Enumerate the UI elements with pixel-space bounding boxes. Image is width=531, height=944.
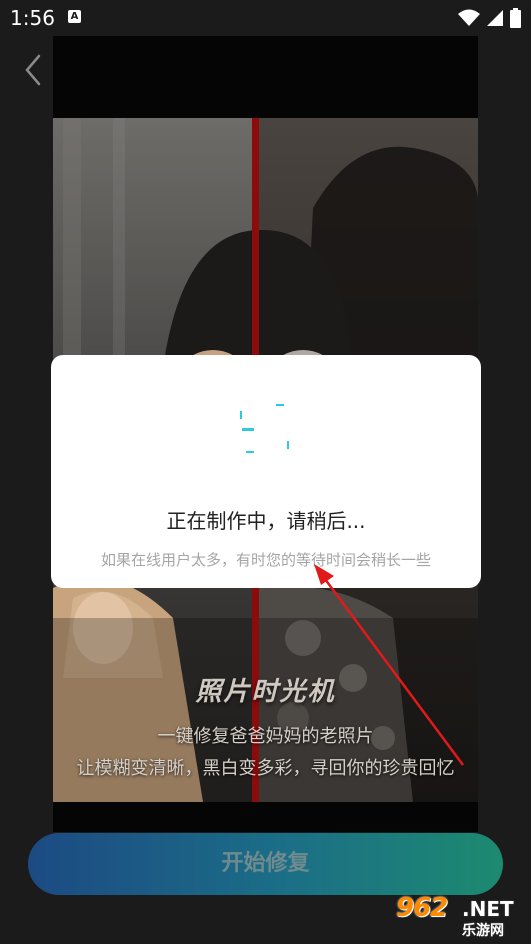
feature-line-2: 让模糊变清晰，黑白变多彩，寻回你的珍贵回忆 — [76, 758, 455, 779]
notification-icon: A — [68, 10, 81, 23]
watermark-logo: 962 .NET 乐游网 — [392, 893, 527, 941]
preview-top-band — [53, 36, 478, 118]
loading-dialog: 正在制作中，请稍后... 如果在线用户太多，有时您的等待时间会稍长一些 — [51, 355, 481, 588]
feature-line-1: 一键修复爸爸妈妈的老照片 — [157, 726, 374, 747]
signal-icon — [487, 10, 503, 26]
watermark-number: 962 — [396, 893, 448, 923]
watermark-net: .NET — [462, 897, 514, 921]
dialog-subtitle: 如果在线用户太多，有时您的等待时间会稍长一些 — [100, 551, 431, 569]
loading-spinner-icon — [240, 404, 289, 453]
back-button[interactable] — [18, 52, 52, 88]
preview-bottom-band — [53, 802, 478, 832]
chevron-left-icon — [25, 54, 41, 86]
wifi-icon — [458, 9, 480, 26]
battery-icon — [510, 8, 521, 28]
dialog-title: 正在制作中，请稍后... — [166, 509, 366, 533]
feature-title: 照片时光机 — [195, 677, 336, 707]
status-bar: 1:56 A — [0, 0, 531, 36]
status-icons — [458, 8, 521, 28]
start-repair-button[interactable]: 开始修复 — [28, 833, 503, 895]
status-time: 1:56 — [10, 6, 55, 30]
watermark-cn: 乐游网 — [462, 923, 504, 939]
